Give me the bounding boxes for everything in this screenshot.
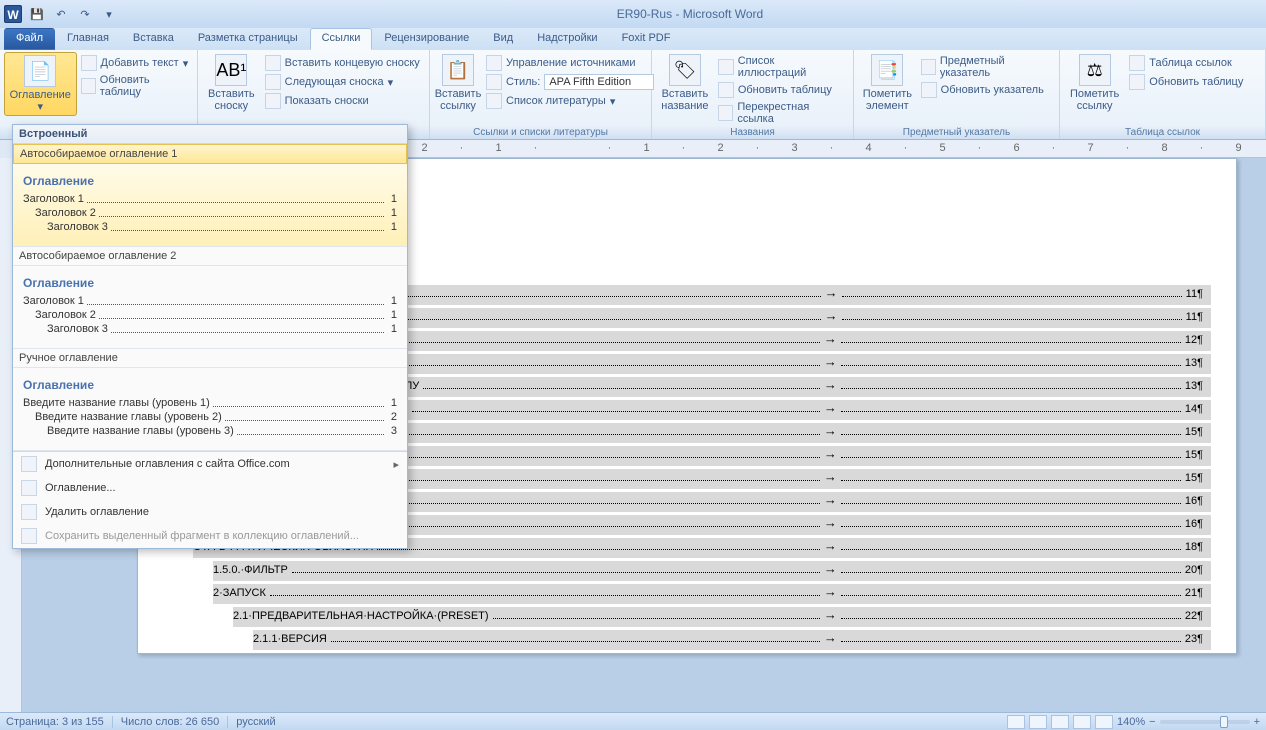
quick-access-toolbar: 💾 ↶ ↷ ▾ — [28, 5, 118, 23]
update-authorities-icon — [1129, 74, 1145, 90]
gallery-item-auto2-title[interactable]: Автособираемое оглавление 2 — [13, 247, 407, 266]
cross-ref-button[interactable]: Перекрестная ссылка — [714, 100, 849, 126]
update-captions-button[interactable]: Обновить таблицу — [714, 81, 849, 99]
gallery-remove-toc[interactable]: Удалить оглавление — [13, 500, 407, 524]
title-bar: W 💾 ↶ ↷ ▾ ER90-Rus - Microsoft Word — [0, 0, 1266, 28]
toc-label: Оглавление — [10, 89, 71, 101]
authorities-icon — [1129, 55, 1145, 71]
gallery-item-auto1-preview[interactable]: Оглавление Заголовок 11 Заголовок 21 Заг… — [13, 164, 407, 247]
figures-icon — [718, 59, 734, 75]
view-web-icon[interactable] — [1051, 715, 1069, 729]
tab-view[interactable]: Вид — [481, 28, 525, 50]
manage-sources-button[interactable]: Управление источниками — [482, 54, 658, 72]
gallery-save-selection: Сохранить выделенный фрагмент в коллекци… — [13, 524, 407, 548]
tab-insert[interactable]: Вставка — [121, 28, 186, 50]
authorities-table-button[interactable]: Таблица ссылок — [1125, 54, 1247, 72]
insert-endnote-button[interactable]: Вставить концевую сноску — [261, 54, 424, 72]
gallery-item-manual-preview[interactable]: Оглавление Введите название главы (урове… — [13, 368, 407, 451]
tab-references[interactable]: Ссылки — [310, 28, 373, 50]
show-notes-button[interactable]: Показать сноски — [261, 92, 424, 110]
toc-entry[interactable]: 2.1·ПРЕДВАРИТЕЛЬНАЯ·НАСТРОЙКА·(PRESET)→2… — [233, 607, 1211, 627]
update-authorities-button[interactable]: Обновить таблицу — [1125, 73, 1247, 91]
ribbon-tabs: Файл Главная Вставка Разметка страницы С… — [0, 28, 1266, 50]
insert-footnote-button[interactable]: AB¹ Вставить сноску — [202, 52, 261, 114]
status-words[interactable]: Число слов: 26 650 — [121, 716, 219, 728]
gallery-item-auto1-title[interactable]: Автособираемое оглавление 1 — [13, 144, 407, 164]
qat-dropdown-icon[interactable]: ▾ — [100, 5, 118, 23]
toc-icon: 📄 — [24, 55, 56, 87]
add-text-icon — [81, 55, 97, 71]
update-captions-icon — [718, 82, 734, 98]
bibliography-button[interactable]: Список литературы ▾ — [482, 92, 658, 110]
status-page[interactable]: Страница: 3 из 155 — [6, 716, 104, 728]
insert-index-button[interactable]: Предметный указатель — [917, 54, 1055, 80]
gallery-item-auto2-preview[interactable]: Оглавление Заголовок 11 Заголовок 21 Заг… — [13, 266, 407, 349]
next-footnote-button[interactable]: Следующая сноска ▾ — [261, 73, 424, 91]
style-combo[interactable]: APA Fifth Edition — [544, 74, 654, 90]
tab-home[interactable]: Главная — [55, 28, 121, 50]
view-outline-icon[interactable] — [1073, 715, 1091, 729]
status-zoom[interactable]: 140% — [1117, 716, 1145, 728]
view-read-icon[interactable] — [1029, 715, 1047, 729]
group-citations: Ссылки и списки литературы — [434, 126, 647, 139]
update-toc-icon — [81, 78, 96, 94]
caption-icon: 🏷 — [669, 54, 701, 86]
style-selector[interactable]: Стиль: APA Fifth Edition — [482, 73, 658, 91]
index-icon — [921, 59, 936, 75]
zoom-slider[interactable] — [1160, 720, 1250, 724]
tab-addins[interactable]: Надстройки — [525, 28, 609, 50]
tab-review[interactable]: Рецензирование — [372, 28, 481, 50]
status-bar: Страница: 3 из 155 Число слов: 26 650 ру… — [0, 712, 1266, 730]
undo-icon[interactable]: ↶ — [52, 5, 70, 23]
update-toc-button[interactable]: Обновить таблицу — [77, 73, 193, 99]
custom-toc-icon — [21, 480, 37, 496]
view-draft-icon[interactable] — [1095, 715, 1113, 729]
tab-file[interactable]: Файл — [4, 28, 55, 50]
toc-button[interactable]: 📄 Оглавление▾ — [4, 52, 77, 116]
toc-gallery-dropdown: Встроенный Автособираемое оглавление 1 О… — [12, 124, 408, 549]
save-icon[interactable]: 💾 — [28, 5, 46, 23]
insert-citation-button[interactable]: 📋 Вставить ссылку — [434, 52, 482, 114]
save-selection-icon — [21, 528, 37, 544]
remove-toc-icon — [21, 504, 37, 520]
office-icon — [21, 456, 37, 472]
mark-citation-button[interactable]: ⚖ Пометить ссылку — [1064, 52, 1125, 114]
gallery-section-builtin: Встроенный — [13, 125, 407, 144]
toc-entry[interactable]: 1.5.0.·ФИЛЬТР→20¶ — [213, 561, 1211, 581]
mark-entry-icon: 📑 — [871, 54, 903, 86]
mark-citation-icon: ⚖ — [1079, 54, 1111, 86]
next-footnote-icon — [265, 74, 281, 90]
table-figures-button[interactable]: Список иллюстраций — [714, 54, 849, 80]
group-captions: Названия — [656, 126, 849, 139]
add-text-button[interactable]: Добавить текст ▾ — [77, 54, 193, 72]
zoom-in-icon[interactable]: + — [1254, 716, 1260, 728]
toc-entry[interactable]: 2.1.1·ВЕРСИЯ→23¶ — [253, 630, 1211, 650]
redo-icon[interactable]: ↷ — [76, 5, 94, 23]
view-print-icon[interactable] — [1007, 715, 1025, 729]
mark-entry-button[interactable]: 📑 Пометить элемент — [858, 52, 917, 114]
endnote-icon — [265, 55, 281, 71]
update-index-icon — [921, 82, 937, 98]
manage-sources-icon — [486, 55, 502, 71]
window-title: ER90-Rus - Microsoft Word — [118, 7, 1262, 21]
zoom-out-icon[interactable]: − — [1149, 716, 1155, 728]
word-icon: W — [4, 5, 22, 23]
update-index-button[interactable]: Обновить указатель — [917, 81, 1055, 99]
group-authorities: Таблица ссылок — [1064, 126, 1261, 139]
gallery-item-manual-title[interactable]: Ручное оглавление — [13, 349, 407, 368]
footnote-icon: AB¹ — [215, 54, 247, 86]
gallery-more-online[interactable]: Дополнительные оглавления с сайта Office… — [13, 452, 407, 476]
cross-ref-icon — [718, 105, 734, 121]
show-notes-icon — [265, 93, 281, 109]
gallery-custom-toc[interactable]: Оглавление... — [13, 476, 407, 500]
status-lang[interactable]: русский — [236, 716, 275, 728]
citation-icon: 📋 — [442, 54, 474, 86]
style-icon — [486, 74, 502, 90]
group-index: Предметный указатель — [858, 126, 1055, 139]
insert-caption-button[interactable]: 🏷 Вставить название — [656, 52, 714, 114]
tab-layout[interactable]: Разметка страницы — [186, 28, 310, 50]
toc-entry[interactable]: 2·ЗАПУСК→21¶ — [213, 584, 1211, 604]
bibliography-icon — [486, 93, 502, 109]
tab-foxit[interactable]: Foxit PDF — [610, 28, 683, 50]
